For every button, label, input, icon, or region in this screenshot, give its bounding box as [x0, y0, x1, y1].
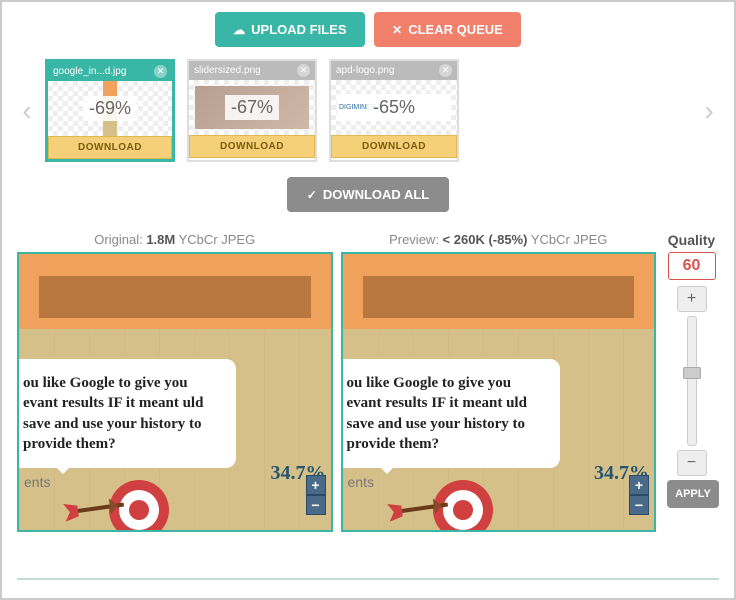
- thumb-filename: apd-logo.png: [336, 65, 394, 76]
- download-all-button[interactable]: ✓ DOWNLOAD ALL: [287, 177, 449, 212]
- upload-label: UPLOAD FILES: [251, 22, 346, 37]
- quality-label: Quality: [664, 232, 719, 248]
- zoom-in-button[interactable]: +: [629, 475, 649, 495]
- download-button[interactable]: DOWNLOAD: [48, 136, 172, 159]
- ents-text: ents: [348, 474, 374, 490]
- carousel-prev-button[interactable]: ‹: [17, 96, 37, 126]
- quality-input[interactable]: [668, 252, 716, 280]
- original-preview[interactable]: ou like Google to give you evant results…: [17, 252, 333, 532]
- compressed-preview[interactable]: ou like Google to give you evant results…: [341, 252, 657, 532]
- cloud-icon: ☁: [233, 23, 245, 37]
- download-all-label: DOWNLOAD ALL: [323, 187, 429, 202]
- thumb-filename: slidersized.png: [194, 65, 261, 76]
- quality-increase-button[interactable]: +: [677, 286, 707, 312]
- bubble-text: ou like Google to give you evant results…: [17, 359, 236, 468]
- x-icon: ✕: [392, 23, 402, 37]
- carousel-next-button[interactable]: ›: [699, 96, 719, 126]
- check-icon: ✓: [307, 188, 317, 202]
- divider: [17, 578, 719, 580]
- close-icon[interactable]: ✕: [297, 64, 310, 77]
- thumb-percent: -69%: [83, 96, 137, 121]
- thumb-percent: -65%: [367, 95, 421, 120]
- ents-text: ents: [24, 474, 50, 490]
- thumbnail-item[interactable]: apd-logo.png ✕ DIGIMINER -65% DOWNLOAD: [329, 59, 459, 162]
- apply-button[interactable]: APPLY: [667, 480, 719, 508]
- thumbnail-item[interactable]: google_in...d.jpg ✕ -69% DOWNLOAD: [45, 59, 175, 162]
- close-icon[interactable]: ✕: [154, 65, 167, 78]
- clear-queue-button[interactable]: ✕ CLEAR QUEUE: [374, 12, 521, 47]
- close-icon[interactable]: ✕: [439, 64, 452, 77]
- zoom-out-button[interactable]: −: [306, 495, 326, 515]
- bubble-text: ou like Google to give you evant results…: [341, 359, 560, 468]
- clear-label: CLEAR QUEUE: [408, 22, 503, 37]
- slider-thumb[interactable]: [683, 367, 701, 379]
- upload-files-button[interactable]: ☁ UPLOAD FILES: [215, 12, 364, 47]
- thumb-preview: -67%: [189, 80, 315, 135]
- thumb-preview: DIGIMINER -65%: [331, 80, 457, 135]
- thumb-preview: -69%: [48, 81, 172, 136]
- thumb-filename: google_in...d.jpg: [53, 66, 126, 77]
- zoom-in-button[interactable]: +: [306, 475, 326, 495]
- thumbnail-list: google_in...d.jpg ✕ -69% DOWNLOAD slider…: [37, 59, 699, 162]
- quality-decrease-button[interactable]: −: [677, 450, 707, 476]
- download-button[interactable]: DOWNLOAD: [331, 135, 457, 158]
- thumb-percent: -67%: [225, 95, 279, 120]
- original-label: Original: 1.8M YCbCr JPEG: [17, 232, 333, 247]
- preview-label: Preview: < 260K (-85%) YCbCr JPEG: [341, 232, 657, 247]
- download-button[interactable]: DOWNLOAD: [189, 135, 315, 158]
- zoom-out-button[interactable]: −: [629, 495, 649, 515]
- quality-slider[interactable]: [687, 316, 697, 446]
- thumbnail-item[interactable]: slidersized.png ✕ -67% DOWNLOAD: [187, 59, 317, 162]
